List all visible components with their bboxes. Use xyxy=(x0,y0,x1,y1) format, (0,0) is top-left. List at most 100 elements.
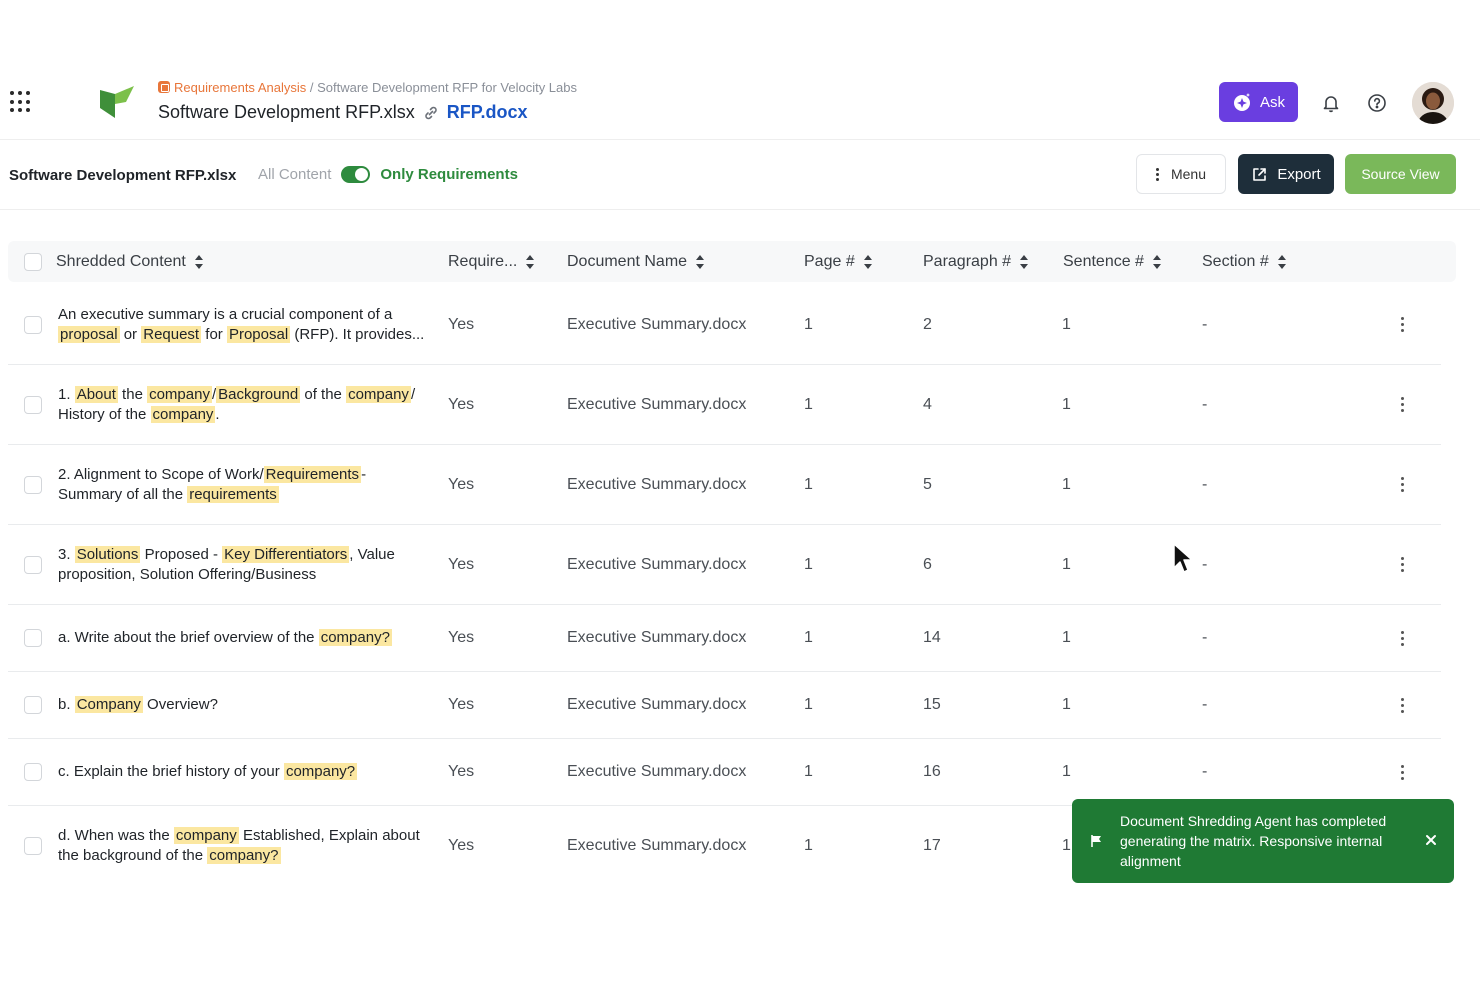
highlighted-keyword: company? xyxy=(283,763,358,780)
ask-button[interactable]: Ask xyxy=(1219,82,1298,122)
export-button[interactable]: Export xyxy=(1238,154,1334,194)
row-more-icon[interactable] xyxy=(1401,557,1404,572)
table-row[interactable]: a. Write about the brief overview of the… xyxy=(8,605,1441,672)
export-icon xyxy=(1253,167,1267,181)
row-checkbox[interactable] xyxy=(24,696,42,714)
row-more-icon[interactable] xyxy=(1401,477,1404,492)
row-more-icon[interactable] xyxy=(1401,397,1404,412)
sentence-cell: 1 xyxy=(1062,629,1071,646)
row-checkbox-cell xyxy=(24,739,42,805)
only-requirements-label[interactable]: Only Requirements xyxy=(380,166,518,183)
page-title-row: Software Development RFP.xlsx RFP.docx xyxy=(158,102,527,123)
table-row[interactable]: b. Company Overview? Yes Executive Summa… xyxy=(8,672,1441,739)
document-name-cell: Executive Summary.docx xyxy=(567,315,747,333)
highlighted-keyword: requirements xyxy=(187,485,279,503)
content-toolbar: Software Development RFP.xlsx All Conten… xyxy=(0,140,1480,210)
content-text: a. Write about the brief overview of the xyxy=(58,629,319,646)
row-checkbox[interactable] xyxy=(24,395,42,414)
page-cell: 1 xyxy=(804,315,813,333)
sort-icon[interactable] xyxy=(1277,254,1287,270)
highlighted-keyword: company? xyxy=(207,847,281,864)
table-row[interactable]: 2. Alignment to Scope of Work/Requiremen… xyxy=(8,445,1441,525)
document-name-cell: Executive Summary.docx xyxy=(567,629,747,646)
sort-icon[interactable] xyxy=(194,254,204,270)
user-avatar[interactable] xyxy=(1412,82,1454,124)
content-text: (RFP). It provides... xyxy=(290,325,425,343)
highlighted-keyword: Requirements xyxy=(263,465,362,483)
page-cell: 1 xyxy=(804,475,813,493)
column-header-document-name[interactable]: Document Name xyxy=(567,241,705,282)
table-row[interactable]: c. Explain the brief history of your com… xyxy=(8,739,1441,806)
row-actions-cell xyxy=(1401,445,1404,524)
column-header-sentence[interactable]: Sentence # xyxy=(1063,241,1162,282)
section-cell: - xyxy=(1202,475,1208,493)
help-icon[interactable] xyxy=(1366,92,1388,114)
row-checkbox-cell xyxy=(24,605,42,671)
document-name-cell: Executive Summary.docx xyxy=(567,763,747,780)
requirements-table: Shredded Content Require... Document Nam… xyxy=(8,241,1456,886)
requirements-toggle[interactable] xyxy=(341,166,371,183)
app-grid-icon[interactable] xyxy=(10,91,32,113)
app-page: Requirements Analysis / Software Develop… xyxy=(0,0,1480,987)
highlighted-keyword: proposal xyxy=(58,325,120,343)
table-row[interactable]: An executive summary is a crucial compon… xyxy=(8,285,1441,365)
row-checkbox[interactable] xyxy=(24,763,42,781)
sort-icon[interactable] xyxy=(525,254,535,270)
shredded-content-cell: 2. Alignment to Scope of Work/Requiremen… xyxy=(58,445,428,524)
row-actions-cell xyxy=(1401,525,1404,604)
row-more-icon[interactable] xyxy=(1401,697,1404,713)
column-header-label: Document Name xyxy=(567,252,688,270)
column-header-label: Paragraph # xyxy=(923,252,1012,270)
column-header-paragraph[interactable]: Paragraph # xyxy=(923,241,1029,282)
highlighted-keyword: About xyxy=(74,385,118,403)
linked-document-link[interactable]: RFP.docx xyxy=(447,102,528,123)
table-row[interactable]: 1. About the company / Background of the c… xyxy=(8,365,1441,445)
notification-bell-icon[interactable] xyxy=(1320,92,1342,114)
breadcrumb-requirements-analysis[interactable]: Requirements Analysis xyxy=(174,80,306,95)
row-checkbox[interactable] xyxy=(24,629,42,647)
shredded-content-text: a. Write about the brief overview of the… xyxy=(58,628,392,648)
shredded-content-cell: b. Company Overview? xyxy=(58,672,428,738)
row-checkbox[interactable] xyxy=(24,837,42,855)
source-view-button[interactable]: Source View xyxy=(1345,154,1456,194)
content-text: the xyxy=(117,385,148,403)
requirement-cell: Yes xyxy=(448,315,475,333)
ask-button-label: Ask xyxy=(1259,93,1285,111)
column-header-shredded-content[interactable]: Shredded Content xyxy=(56,241,204,282)
table-row[interactable]: 3. Solutions Proposed - Key Differentiat… xyxy=(8,525,1441,605)
column-header-section[interactable]: Section # xyxy=(1202,241,1287,282)
menu-button[interactable]: Menu xyxy=(1136,154,1226,194)
mouse-cursor-icon xyxy=(1173,543,1192,573)
row-actions-cell xyxy=(1401,365,1404,444)
column-header-label: Page # xyxy=(804,252,855,270)
highlighted-keyword: Solutions xyxy=(74,545,141,563)
row-checkbox[interactable] xyxy=(24,315,42,334)
content-text: c. Explain the brief history of your xyxy=(58,763,284,780)
section-cell: - xyxy=(1202,315,1208,333)
shredded-content-text: 1. About the company / Background of the c… xyxy=(58,385,428,425)
sort-icon[interactable] xyxy=(863,254,873,270)
breadcrumb: Requirements Analysis / Software Develop… xyxy=(158,80,577,95)
column-header-requirement[interactable]: Require... xyxy=(448,241,535,282)
all-content-label[interactable]: All Content xyxy=(258,166,331,183)
column-header-page[interactable]: Page # xyxy=(804,241,873,282)
sort-icon[interactable] xyxy=(1152,254,1162,270)
row-more-icon[interactable] xyxy=(1401,317,1404,332)
close-icon[interactable] xyxy=(1424,833,1438,847)
breadcrumb-current: Software Development RFP for Velocity La… xyxy=(317,80,577,95)
row-checkbox[interactable] xyxy=(24,555,42,574)
row-more-icon[interactable] xyxy=(1401,630,1404,646)
content-text: An executive summary is a crucial compon… xyxy=(58,305,393,323)
sort-icon[interactable] xyxy=(695,254,705,270)
sentence-cell: 1 xyxy=(1062,475,1071,493)
select-all-checkbox[interactable] xyxy=(24,252,42,271)
row-more-icon[interactable] xyxy=(1401,764,1404,780)
sentence-cell: 1 xyxy=(1062,395,1071,413)
row-actions-cell xyxy=(1401,739,1404,805)
requirement-cell: Yes xyxy=(448,629,475,646)
document-name-cell: Executive Summary.docx xyxy=(567,395,747,413)
row-checkbox-cell xyxy=(24,365,42,444)
row-checkbox[interactable] xyxy=(24,475,42,494)
sort-icon[interactable] xyxy=(1019,254,1029,270)
shredded-content-cell: 1. About the company / Background of the c… xyxy=(58,365,428,444)
